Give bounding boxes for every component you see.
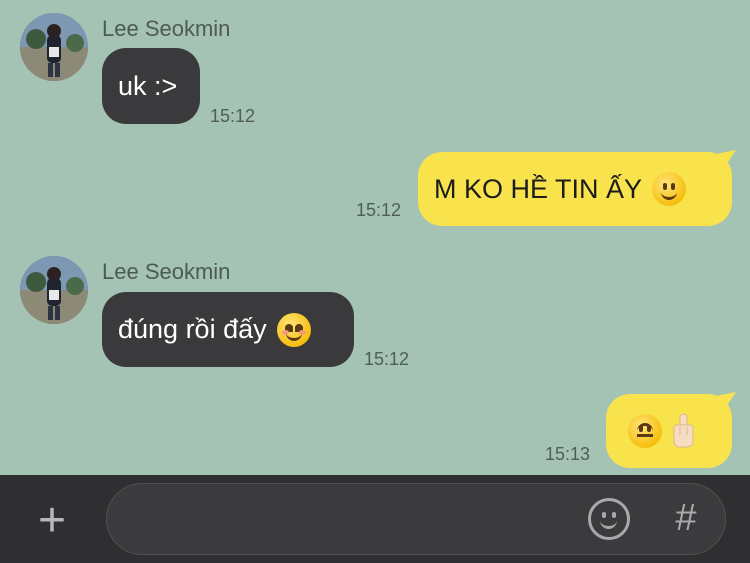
hashtag-icon[interactable]: #	[668, 498, 704, 538]
slightly-smiling-face-icon	[652, 172, 687, 206]
plus-icon[interactable]: +	[32, 497, 72, 545]
bubble-tail	[716, 392, 736, 410]
message-text: uk :>	[118, 70, 178, 101]
message-bubble[interactable]	[606, 394, 732, 468]
message-bubble[interactable]: đúng rồi đấy	[102, 292, 354, 367]
sender-name: Lee Seokmin	[102, 16, 231, 41]
emoji-icon[interactable]	[588, 498, 630, 540]
middle-finger-icon	[670, 413, 696, 449]
message-bubble[interactable]: uk :>	[102, 48, 200, 124]
message-text: M KO HỀ TIN ẤY	[434, 173, 643, 204]
message-time: 15:12	[210, 106, 256, 126]
avatar[interactable]	[20, 256, 88, 324]
message-time: 15:12	[364, 349, 410, 369]
message-bubble[interactable]: M KO HỀ TIN ẤY	[418, 152, 732, 226]
message-input[interactable]	[106, 483, 726, 555]
message-time: 15:12	[356, 200, 402, 220]
avatar[interactable]	[20, 13, 88, 81]
smiling-face-with-smiling-eyes-icon	[276, 312, 311, 347]
message-time: 15:13	[545, 444, 591, 464]
upside-down-face-icon	[628, 414, 662, 448]
sender-name: Lee Seokmin	[102, 259, 231, 284]
message-text: đúng rồi đấy	[118, 314, 267, 344]
bubble-tail	[716, 150, 736, 168]
